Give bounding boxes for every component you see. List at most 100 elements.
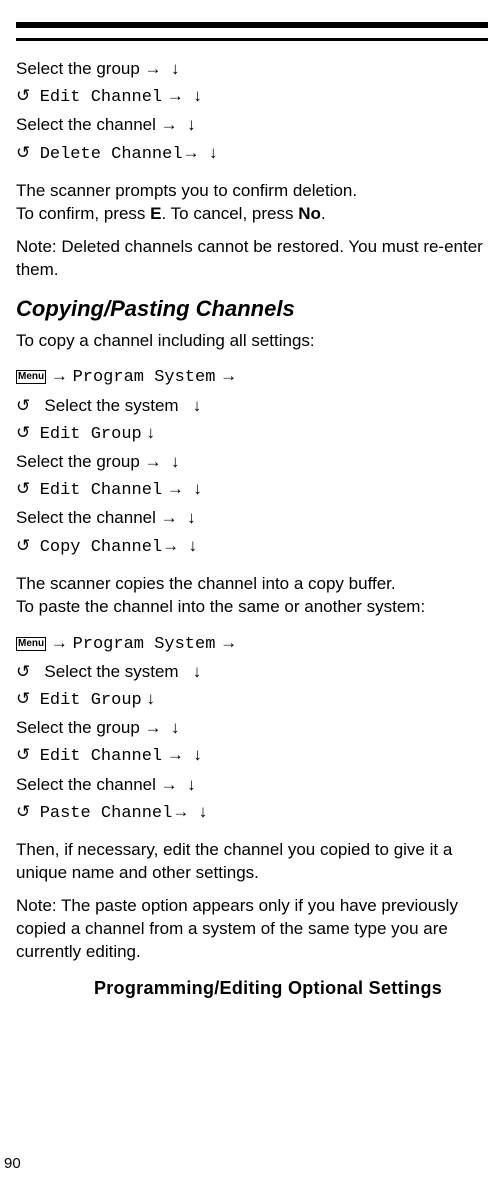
nav-line: ↺ Paste Channel→ ↓ xyxy=(16,798,488,827)
rotate-icon: ↺ xyxy=(16,745,30,764)
menu-item: Delete Channel xyxy=(40,145,183,164)
text: Select the group xyxy=(16,59,145,78)
arrow-down-icon: ↓ xyxy=(187,508,196,527)
arrow-right-icon: → xyxy=(220,633,237,652)
text: . To cancel, press xyxy=(162,204,299,223)
nav-line: Select the channel → ↓ xyxy=(16,504,488,531)
menu-item: Edit Channel xyxy=(40,88,162,107)
thick-rule xyxy=(16,22,488,28)
key-E: E xyxy=(150,204,161,223)
key-No: No xyxy=(298,204,321,223)
page-number: 90 xyxy=(4,1155,21,1172)
arrow-right-icon: → xyxy=(183,143,200,162)
text: Select the channel xyxy=(16,115,161,134)
text: Select the channel xyxy=(16,508,156,527)
arrow-down-icon: ↓ xyxy=(187,115,196,134)
menu-item: Edit Group xyxy=(40,425,142,444)
note-deleted: Note: Deleted channels cannot be restore… xyxy=(16,236,488,282)
menu-item: Edit Channel xyxy=(40,747,162,766)
nav-line: ↺ Select the system ↓ xyxy=(16,658,488,685)
menu-item: Paste Channel xyxy=(40,804,173,823)
text: Select the system xyxy=(44,396,178,415)
arrow-right-icon: → xyxy=(145,59,162,78)
menu-key-icon: Menu xyxy=(16,370,46,384)
nav-line: Menu → Program System → xyxy=(16,362,488,391)
arrow-right-icon: → xyxy=(162,536,179,555)
nav-line: ↺ Edit Group ↓ xyxy=(16,685,488,714)
nav-line: Select the group → ↓ xyxy=(16,448,488,475)
note-paste: Note: The paste option appears only if y… xyxy=(16,895,488,964)
manual-page: Select the group → ↓ ↺ Edit Channel → ↓ … xyxy=(0,0,504,1180)
arrow-right-icon: → xyxy=(51,366,68,385)
then-edit: Then, if necessary, edit the channel you… xyxy=(16,839,488,885)
arrow-down-icon: ↓ xyxy=(187,775,196,794)
paste-channel-nav: Menu → Program System → ↺ Select the sys… xyxy=(16,629,488,827)
nav-line: Select the channel → ↓ xyxy=(16,771,488,798)
arrow-down-icon: ↓ xyxy=(193,86,202,105)
arrow-down-icon: ↓ xyxy=(171,718,180,737)
text: To paste the channel into the same or an… xyxy=(16,597,425,616)
rotate-icon: ↺ xyxy=(16,86,30,105)
arrow-down-icon: ↓ xyxy=(193,745,202,764)
arrow-right-icon: → xyxy=(161,508,178,527)
text: Select the system xyxy=(44,662,178,681)
arrow-down-icon: ↓ xyxy=(171,59,180,78)
arrow-right-icon: → xyxy=(172,802,189,821)
menu-item: Edit Channel xyxy=(40,481,162,500)
nav-line: ↺ Copy Channel→ ↓ xyxy=(16,532,488,561)
arrow-down-icon: ↓ xyxy=(193,479,202,498)
nav-line: Select the channel → ↓ xyxy=(16,111,488,138)
arrow-down-icon: ↓ xyxy=(199,802,208,821)
delete-channel-nav: Select the group → ↓ ↺ Edit Channel → ↓ … xyxy=(16,55,488,168)
copy-channel-nav: Menu → Program System → ↺ Select the sys… xyxy=(16,362,488,560)
rotate-icon: ↺ xyxy=(16,802,30,821)
delete-prompt: The scanner prompts you to confirm delet… xyxy=(16,180,488,226)
menu-item: Edit Group xyxy=(40,691,142,710)
arrow-right-icon: → xyxy=(167,479,184,498)
arrow-right-icon: → xyxy=(145,718,162,737)
arrow-right-icon: → xyxy=(161,115,178,134)
rotate-icon: ↺ xyxy=(16,423,30,442)
rotate-icon: ↺ xyxy=(16,689,30,708)
arrow-right-icon: → xyxy=(220,366,237,385)
arrow-right-icon: → xyxy=(145,452,162,471)
arrow-down-icon: ↓ xyxy=(146,689,155,708)
text: Select the channel xyxy=(16,775,156,794)
copy-intro: To copy a channel including all settings… xyxy=(16,330,488,353)
arrow-down-icon: ↓ xyxy=(193,662,202,681)
thin-rule xyxy=(16,38,488,41)
menu-key-icon: Menu xyxy=(16,637,46,651)
nav-line: Select the group → ↓ xyxy=(16,714,488,741)
nav-line: ↺ Edit Channel → ↓ xyxy=(16,475,488,504)
arrow-down-icon: ↓ xyxy=(146,423,155,442)
text: Select the group xyxy=(16,452,140,471)
nav-line: ↺ Edit Group ↓ xyxy=(16,419,488,448)
text: Select the group xyxy=(16,718,140,737)
arrow-right-icon: → xyxy=(161,775,178,794)
arrow-right-icon: → xyxy=(51,633,68,652)
menu-item: Copy Channel xyxy=(40,538,162,557)
nav-line: Menu → Program System → xyxy=(16,629,488,658)
nav-line: ↺ Select the system ↓ xyxy=(16,392,488,419)
text: The scanner copies the channel into a co… xyxy=(16,574,396,593)
arrow-down-icon: ↓ xyxy=(193,396,202,415)
text: . xyxy=(321,204,326,223)
rotate-icon: ↺ xyxy=(16,143,30,162)
heading-copying-pasting: Copying/Pasting Channels xyxy=(16,296,488,322)
arrow-down-icon: ↓ xyxy=(171,452,180,471)
text: The scanner prompts you to confirm delet… xyxy=(16,181,357,200)
rotate-icon: ↺ xyxy=(16,662,30,681)
nav-line: ↺ Edit Channel → ↓ xyxy=(16,82,488,111)
header-rules xyxy=(16,22,488,41)
arrow-down-icon: ↓ xyxy=(209,143,218,162)
arrow-right-icon: → xyxy=(167,745,184,764)
nav-line: ↺ Delete Channel→ ↓ xyxy=(16,139,488,168)
text: To confirm, press xyxy=(16,204,150,223)
copy-buffer-text: The scanner copies the channel into a co… xyxy=(16,573,488,619)
section-heading: Programming/Editing Optional Settings xyxy=(48,978,488,999)
nav-line: ↺ Edit Channel → ↓ xyxy=(16,741,488,770)
arrow-down-icon: ↓ xyxy=(189,536,198,555)
menu-item: Program System xyxy=(73,635,216,654)
nav-line: Select the group → ↓ xyxy=(16,55,488,82)
menu-item: Program System xyxy=(73,368,216,387)
